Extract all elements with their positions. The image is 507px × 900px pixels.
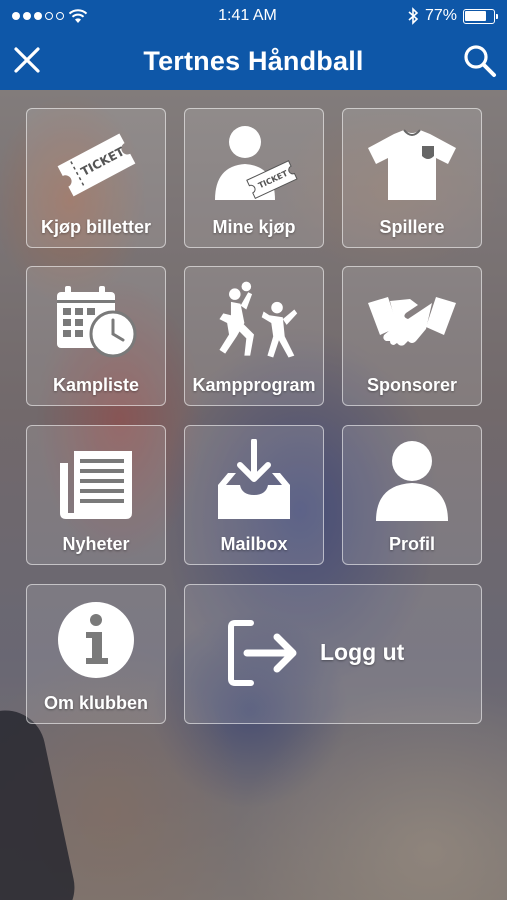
logout-icon [223,613,303,693]
status-right: 77% [407,7,498,25]
menu-tile-label: Logg ut [320,639,405,665]
handball-players-icon [206,279,302,365]
menu-tile-spillere[interactable]: Spillere [342,108,482,248]
nav-bar: Tertnes Håndball [0,32,507,90]
menu-tile-label: Spillere [379,217,445,237]
menu-tile-label: Mailbox [220,534,288,554]
menu-tile-kampliste[interactable]: Kampliste [26,266,166,406]
menu-tile-kampprogram[interactable]: Kampprogram [184,266,324,406]
calendar-clock-icon [48,279,144,365]
battery-percent: 77% [424,7,457,24]
menu-tile-label: Kampliste [52,375,140,395]
menu-tile-label: Mine kjøp [212,217,296,237]
page-title: Tertnes Håndball [143,45,364,76]
background-arm [0,703,82,900]
menu-tile-label: Sponsorer [366,375,458,395]
menu-tile-label: Om klubben [43,693,148,713]
jersey-icon [364,121,460,207]
menu-tile-logg-ut[interactable]: Logg ut [184,584,482,724]
handshake-icon [364,279,460,365]
menu-tile-profil[interactable]: Profil [342,425,482,565]
battery-level [465,11,487,21]
ticket-icon: TICKET [48,121,144,207]
menu-tile-mine-kjop[interactable]: TICKET Mine kjøp [184,108,324,248]
battery-icon [462,8,498,24]
menu-tile-kjop-billetter[interactable]: TICKET Kjøp billetter [26,108,166,248]
status-bar: 1:41 AM 77% [0,0,507,32]
menu-tile-sponsorer[interactable]: Sponsorer [342,266,482,406]
close-icon[interactable] [10,43,46,79]
search-icon[interactable] [461,42,499,80]
menu-tile-om-klubben[interactable]: Om klubben [26,584,166,724]
inbox-download-icon [206,438,302,524]
signal-strength-icon [12,12,64,20]
person-icon [364,438,460,524]
wifi-icon [68,9,88,23]
menu-tile-label: Profil [388,534,435,554]
status-time: 1:41 AM [218,7,277,24]
menu-tile-label: Kjøp billetter [40,217,151,237]
person-ticket-icon: TICKET [206,121,302,207]
menu-tile-nyheter[interactable]: Nyheter [26,425,166,565]
menu-tile-label: Nyheter [62,534,130,554]
menu-tile-label: Kampprogram [192,375,316,395]
newspaper-icon [48,438,144,524]
bluetooth-icon [408,7,419,25]
signal-area [12,8,88,24]
info-icon [48,597,144,683]
menu-tile-mailbox[interactable]: Mailbox [184,425,324,565]
